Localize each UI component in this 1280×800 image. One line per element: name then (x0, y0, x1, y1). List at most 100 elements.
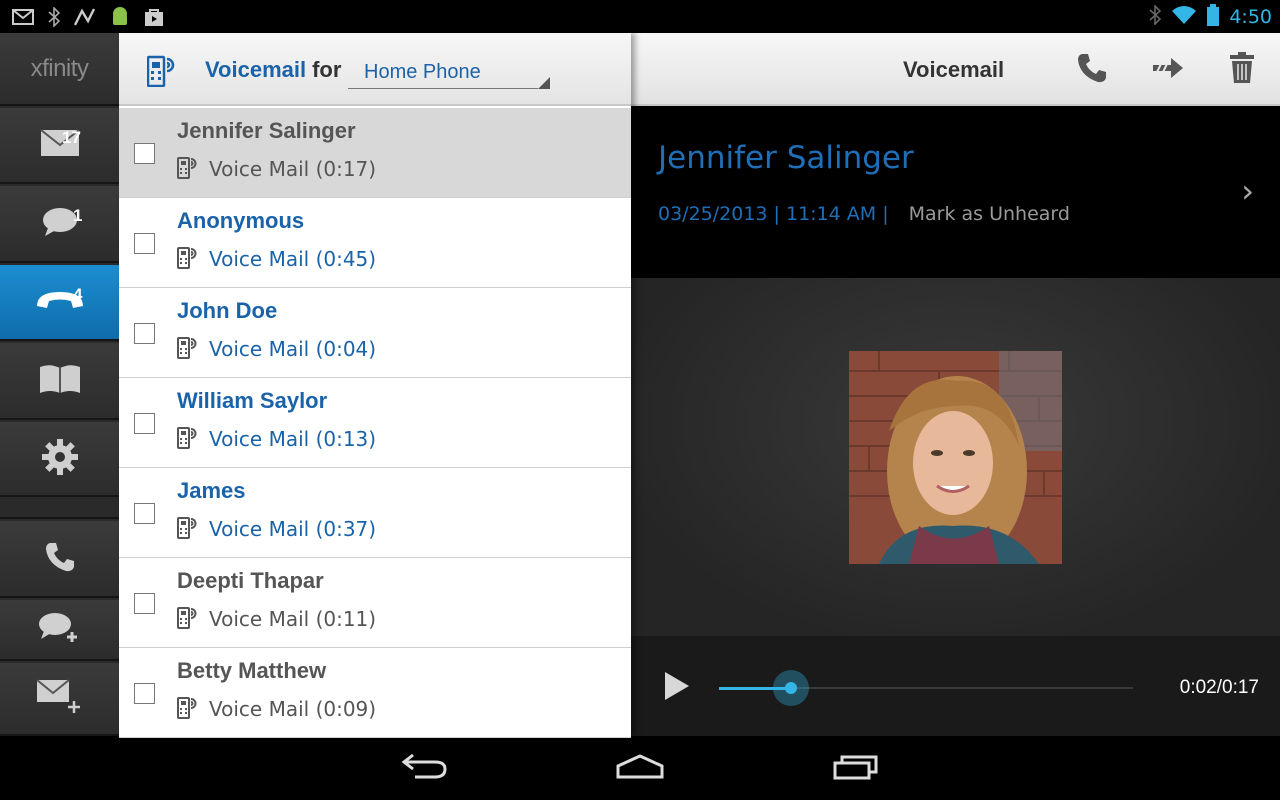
voicemail-row[interactable]: Jennifer Salinger Voice Mail (0:17) (119, 108, 631, 198)
nav-item-new-text[interactable] (0, 600, 119, 661)
row-checkbox[interactable] (134, 143, 155, 164)
voicemail-duration: Voice Mail (0:13) (209, 427, 377, 451)
row-checkbox[interactable] (134, 413, 155, 434)
nav-item-address-book[interactable] (0, 343, 119, 420)
caller-name: Betty Matthew (177, 658, 327, 683)
wifi-icon (1171, 5, 1197, 29)
nav-item-new-message[interactable] (0, 663, 119, 736)
caller-name: Jennifer Salinger (658, 140, 914, 176)
nav-item-messages[interactable]: 17 (0, 108, 119, 184)
voicemail-phone-icon (177, 425, 199, 453)
voicemail-row[interactable]: Anonymous Voice Mail (0:45) (119, 198, 631, 288)
page-title-text: Voicemail (205, 57, 307, 82)
detail-action-bar: Voicemail (631, 33, 1280, 106)
voicemail-detail-pane: Voicemail Jennifer Salinger 03/25/2013 |… (631, 33, 1280, 736)
voicemail-duration: Voice Mail (0:04) (209, 337, 377, 361)
mark-as-unheard-link[interactable]: Mark as Unheard (909, 203, 1070, 225)
call-back-icon (1076, 52, 1108, 88)
caller-name: William Saylor (177, 388, 328, 413)
caller-name: James (177, 478, 246, 503)
voicemail-row[interactable]: Betty Matthew Voice Mail (0:09) (119, 648, 631, 738)
signal-tool-icon (73, 7, 96, 31)
book-icon (38, 363, 82, 399)
bluetooth-icon (48, 6, 61, 31)
voicemail-row[interactable]: John Doe Voice Mail (0:04) (119, 288, 631, 378)
voicemail-phone-icon (177, 695, 199, 723)
nav-badge: 4 (73, 285, 83, 304)
voicemail-phone-icon (177, 515, 199, 543)
call-meta: 03/25/2013 | 11:14 AM | Mark as Unheard (658, 203, 1070, 225)
phone-line-select[interactable]: Home Phone (348, 59, 550, 89)
envelope-add-icon (35, 678, 84, 719)
voicemail-row[interactable]: Deepti Thapar Voice Mail (0:11) (119, 558, 631, 648)
recent-apps-icon (832, 752, 880, 784)
voicemail-list-pane: Voicemail for Home Phone Jennifer Salinge… (119, 33, 631, 738)
chat-add-icon (38, 612, 82, 648)
for-label: for (312, 57, 342, 82)
progress-track[interactable] (719, 670, 1133, 706)
voicemail-info: Voice Mail (0:37) (177, 515, 376, 543)
voicemail-info: Voice Mail (0:45) (177, 245, 376, 273)
detail-title: Voicemail (903, 57, 1005, 82)
caller-name: Deepti Thapar (177, 568, 324, 593)
voicemail-phone-icon (146, 53, 177, 91)
voicemail-duration: Voice Mail (0:17) (209, 157, 377, 181)
voicemail-info: Voice Mail (0:17) (177, 155, 376, 183)
voicemail-info: Voice Mail (0:11) (177, 605, 376, 633)
bluetooth-icon (1149, 4, 1162, 29)
row-checkbox[interactable] (134, 683, 155, 704)
playback-time: 0:02/0:17 (1179, 677, 1259, 698)
phone-icon (44, 541, 76, 577)
call-back-button[interactable] (1073, 51, 1111, 89)
home-button[interactable] (610, 750, 670, 786)
voicemail-info: Voice Mail (0:04) (177, 335, 376, 363)
trash-icon (1229, 52, 1255, 88)
nav-badge: 1 (73, 206, 83, 225)
voicemail-duration: Voice Mail (0:09) (209, 697, 377, 721)
row-checkbox[interactable] (134, 323, 155, 344)
back-icon (401, 753, 447, 783)
play-icon[interactable] (665, 672, 689, 700)
nav-item-settings[interactable] (0, 422, 119, 497)
delete-button[interactable] (1223, 51, 1261, 89)
voicemail-phone-icon (177, 335, 199, 363)
android-icon (110, 6, 130, 32)
nav-item-text-messages[interactable]: 1 (0, 186, 119, 263)
battery-icon (1207, 4, 1220, 30)
contact-photo-area (631, 278, 1280, 636)
row-checkbox[interactable] (134, 233, 155, 254)
list-header: Voicemail for Home Phone (119, 33, 631, 106)
audio-player: 0:02/0:17 (631, 636, 1280, 736)
nav-divider (0, 499, 119, 519)
forward-icon (1151, 56, 1185, 84)
back-button[interactable] (394, 750, 454, 786)
voicemail-info: Voice Mail (0:13) (177, 425, 376, 453)
page-title: Voicemail for (205, 57, 341, 83)
voicemail-duration: Voice Mail (0:37) (209, 517, 377, 541)
forward-button[interactable] (1149, 51, 1187, 89)
brand-name: xfinity (30, 54, 89, 82)
chevron-right-icon[interactable]: › (1241, 172, 1254, 210)
dropdown-triangle-icon (538, 77, 550, 89)
voicemail-duration: Voice Mail (0:45) (209, 247, 377, 271)
phone-line-value: Home Phone (364, 61, 481, 83)
caller-info: Jennifer Salinger 03/25/2013 | 11:14 AM … (631, 106, 1280, 278)
row-checkbox[interactable] (134, 503, 155, 524)
nav-rail: xfinity 17 1 4 (0, 33, 119, 736)
system-nav-bar (0, 736, 1280, 800)
date-time: 03/25/2013 | 11:14 AM | (658, 203, 889, 225)
row-checkbox[interactable] (134, 593, 155, 614)
home-icon (615, 753, 665, 783)
recent-apps-button[interactable] (826, 750, 886, 786)
nav-item-voicemail[interactable]: 4 (0, 265, 119, 341)
voicemail-row[interactable]: James Voice Mail (0:37) (119, 468, 631, 558)
caller-name: Jennifer Salinger (177, 118, 356, 143)
xfinity-logo: xfinity (0, 33, 119, 106)
clock: 4:50 (1229, 6, 1272, 28)
nav-item-make-call[interactable] (0, 521, 119, 598)
voicemail-phone-icon (177, 245, 199, 273)
voicemail-phone-icon (177, 155, 199, 183)
voicemail-row[interactable]: William Saylor Voice Mail (0:13) (119, 378, 631, 468)
shopping-bag-icon (144, 7, 164, 31)
seek-handle[interactable] (773, 670, 810, 706)
